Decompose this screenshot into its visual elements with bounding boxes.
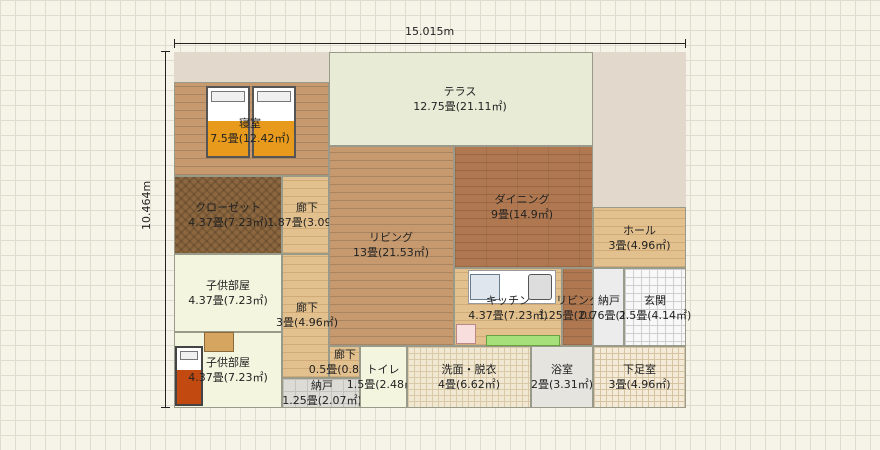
kitchen-island <box>486 335 560 346</box>
entry-hall-label: ホール 3畳(4.96㎡) <box>593 223 686 253</box>
shoe-room-area: 3畳(4.96㎡) <box>608 378 671 391</box>
width-dimension-line <box>174 39 686 48</box>
shoe-room-label: 下足室 3畳(4.96㎡) <box>593 362 686 392</box>
shoe-room-name: 下足室 <box>623 363 656 376</box>
bedroom-name: 寝室 <box>239 117 261 130</box>
living-label: リビング 13畳(21.53㎡) <box>330 230 452 260</box>
hallway-2-label: 廊下 3畳(4.96㎡) <box>262 300 352 330</box>
entry-hall-area: 3畳(4.96㎡) <box>608 239 671 252</box>
bedroom-area: 7.5畳(12.42㎡) <box>210 132 290 145</box>
entry-hall-name: ホール <box>623 224 656 237</box>
living-name: リビング <box>369 231 413 244</box>
washroom-area: 4畳(6.62㎡) <box>437 378 501 391</box>
kids-1-name: 子供部屋 <box>206 279 250 292</box>
entrance-area: 2.5畳(4.14㎡) <box>618 309 692 322</box>
desk <box>204 332 234 352</box>
height-dimension-label: 10.464m <box>140 180 153 230</box>
hallway-2-name: 廊下 <box>296 301 318 314</box>
terrace-area: 12.75畳(21.11㎡) <box>413 100 507 113</box>
terrace-name: テラス <box>443 85 477 98</box>
dining-area: 9畳(14.9㎡) <box>490 208 554 221</box>
living-area: 13畳(21.53㎡) <box>352 246 430 259</box>
terrace-label: テラス 12.75畳(21.11㎡) <box>380 84 540 114</box>
bedroom-label: 寝室 7.5畳(12.42㎡) <box>170 116 330 146</box>
kids-2-label: 子供部屋 4.37畳(7.23㎡) <box>170 355 286 385</box>
hallway-2-area: 3畳(4.96㎡) <box>275 316 339 329</box>
bath-area: 2畳(3.31㎡) <box>530 378 594 391</box>
bath-name: 浴室 <box>551 363 573 376</box>
washroom-label: 洗面・脱衣 4畳(6.62㎡) <box>407 362 531 392</box>
bath-label: 浴室 2畳(3.31㎡) <box>525 362 599 392</box>
storage-2-area: 1.25畳(2.07㎡) <box>282 394 362 407</box>
washroom-name: 洗面・脱衣 <box>441 363 497 376</box>
kids-2-area: 4.37畳(7.23㎡) <box>188 371 268 384</box>
chair-icon <box>456 324 476 344</box>
entrance-name: 玄関 <box>644 294 666 307</box>
dining-label: ダイニング 9畳(14.9㎡) <box>462 192 582 222</box>
kids-2-name: 子供部屋 <box>206 356 250 369</box>
dining-name: ダイニング <box>494 193 550 206</box>
entrance-label: 玄関 2.5畳(4.14㎡) <box>618 293 692 323</box>
width-dimension-label: 15.015m <box>405 25 455 38</box>
height-dimension-line <box>161 51 170 408</box>
